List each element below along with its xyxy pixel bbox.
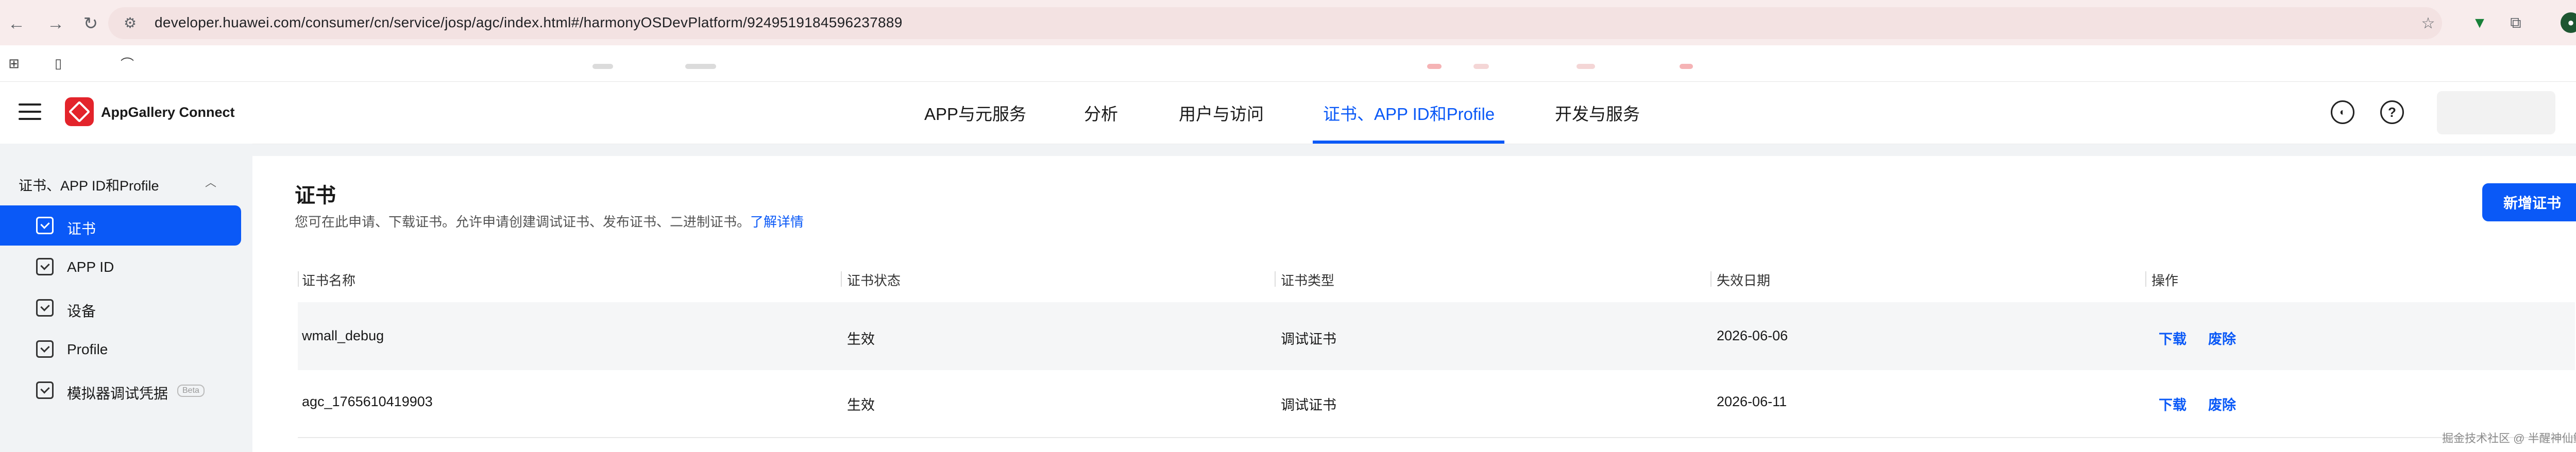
sidebar-item-label: 模拟器调试凭据 — [67, 386, 168, 402]
bookmark-item[interactable] — [685, 64, 716, 69]
appgallery-logo-icon[interactable] — [65, 97, 94, 126]
help-icon[interactable]: ? — [2380, 100, 2404, 124]
sidebar-item-label: 设备 — [67, 303, 96, 319]
download-link[interactable]: 下载 — [2159, 394, 2187, 414]
cert-name: wmall_debug — [302, 328, 384, 343]
cert-expiry: 2026-06-11 — [1717, 394, 1787, 409]
sidebar-item-emulator-credentials[interactable]: 模拟器调试凭据 Beta — [0, 370, 241, 410]
column-header-name: 证书名称 — [302, 273, 356, 288]
sidebar-item-label: APP ID — [67, 259, 114, 275]
reload-icon[interactable]: ↻ — [76, 9, 105, 38]
brand-name[interactable]: AppGallery Connect — [101, 105, 235, 120]
tab-users-access[interactable]: 用户与访问 — [1179, 100, 1264, 144]
tab-app-services[interactable]: APP与元服务 — [924, 100, 1026, 144]
cert-status: 生效 — [847, 397, 875, 413]
extension-vue-icon[interactable]: ▼ — [2468, 11, 2492, 35]
hamburger-menu-icon[interactable] — [19, 103, 41, 120]
table-row: wmall_debug 生效 调试证书 2026-06-06 下载 废除 — [298, 302, 2575, 370]
cert-type: 调试证书 — [1281, 397, 1336, 413]
assistant-icon[interactable]: ◐ — [2331, 100, 2354, 124]
column-header-status: 证书状态 — [847, 273, 901, 288]
column-header-type: 证书类型 — [1281, 273, 1335, 288]
account-area[interactable] — [2437, 91, 2555, 134]
column-header-actions: 操作 — [2151, 273, 2179, 288]
bookmark-item[interactable] — [592, 64, 613, 69]
browser-toolbar: ← → ↻ ⚙ developer.huawei.com/consumer/cn… — [0, 0, 2576, 45]
column-divider — [1710, 271, 1711, 287]
page-title: 证书 — [295, 184, 336, 207]
table-header: 证书名称 证书状态 证书类型 失效日期 操作 — [298, 266, 2575, 292]
arrow-right-icon[interactable]: → — [41, 9, 70, 38]
bookmark-folder-icon[interactable]: ▯ — [48, 54, 68, 73]
extensions-icon[interactable]: ⧉ — [2504, 11, 2528, 35]
active-tab-indicator — [1313, 141, 1504, 144]
sidebar-item-devices[interactable]: 设备 — [0, 288, 241, 328]
sidebar-item-app-id[interactable]: APP ID — [0, 247, 241, 287]
cert-name: agc_1765610419903 — [302, 394, 433, 409]
revoke-link[interactable]: 废除 — [2208, 394, 2236, 414]
description-text: 您可在此申请、下载证书。允许申请创建调试证书、发布证书、二进制证书。 — [295, 214, 751, 230]
sidebar-section-title[interactable]: 证书、APP ID和Profile — [19, 175, 159, 195]
revoke-link[interactable]: 废除 — [2208, 328, 2236, 348]
site-settings-icon[interactable]: ⚙ — [124, 14, 137, 31]
certificate-icon — [36, 217, 54, 234]
learn-more-link[interactable]: 了解详情 — [750, 214, 804, 230]
sidebar: 证书、APP ID和Profile ︿ 证书 APP ID 设备 Profile… — [0, 144, 252, 452]
column-divider — [298, 271, 299, 287]
bookmarks-bar: ⊞ ▯ ⌒ — [0, 45, 2576, 82]
top-navigation: AppGallery Connect APP与元服务 分析 用户与访问 证书、A… — [0, 82, 2576, 144]
bookmark-item[interactable] — [1680, 64, 1693, 69]
column-divider — [1275, 271, 1276, 287]
column-divider — [2145, 271, 2146, 287]
tab-dev-services[interactable]: 开发与服务 — [1555, 100, 1640, 144]
watermark: 掘金技术社区 @ 半醒神仙鲥 — [2442, 432, 2576, 445]
new-certificate-button[interactable]: 新增证书 — [2482, 183, 2576, 221]
chevron-up-icon[interactable]: ︿ — [205, 173, 216, 190]
column-divider — [841, 271, 842, 287]
sidebar-item-label: Profile — [67, 341, 108, 357]
bookmark-item[interactable] — [1577, 64, 1595, 69]
tab-analytics[interactable]: 分析 — [1084, 100, 1118, 144]
bookmark-folder-icon[interactable]: ⌒ — [117, 54, 137, 73]
download-link[interactable]: 下载 — [2159, 328, 2187, 348]
apps-grid-icon[interactable]: ⊞ — [4, 54, 24, 73]
page-description: 您可在此申请、下载证书。允许申请创建调试证书、发布证书、二进制证书。了解详情 — [295, 212, 804, 231]
app-id-icon — [36, 258, 54, 275]
tab-certificates[interactable]: 证书、APP ID和Profile — [1323, 100, 1495, 144]
sidebar-item-certificates[interactable]: 证书 — [0, 205, 241, 246]
table-row: agc_1765610419903 生效 调试证书 2026-06-11 下载 … — [298, 370, 2575, 438]
bookmark-item[interactable] — [1473, 64, 1489, 69]
arrow-left-icon[interactable]: ← — [2, 9, 31, 38]
emulator-icon — [36, 381, 54, 399]
certificate-table: 证书名称 证书状态 证书类型 失效日期 操作 wmall_debug 生效 调试… — [252, 252, 2576, 452]
column-header-expiry: 失效日期 — [1717, 273, 1771, 288]
profile-icon — [36, 340, 54, 358]
beta-badge: Beta — [177, 385, 205, 397]
cert-status: 生效 — [847, 332, 875, 347]
cert-type: 调试证书 — [1281, 332, 1336, 347]
device-icon — [36, 299, 54, 317]
cert-expiry: 2026-06-06 — [1717, 328, 1788, 343]
page-header: 证书 您可在此申请、下载证书。允许申请创建调试证书、发布证书、二进制证书。了解详… — [252, 156, 2576, 252]
star-icon[interactable]: ☆ — [2416, 11, 2440, 35]
sidebar-item-profile[interactable]: Profile — [0, 329, 241, 369]
profile-avatar-icon[interactable]: ● — [2561, 12, 2576, 33]
bookmark-item[interactable] — [1427, 64, 1442, 69]
url-text[interactable]: developer.huawei.com/consumer/cn/service… — [155, 14, 903, 31]
sidebar-item-label: 证书 — [67, 221, 96, 237]
